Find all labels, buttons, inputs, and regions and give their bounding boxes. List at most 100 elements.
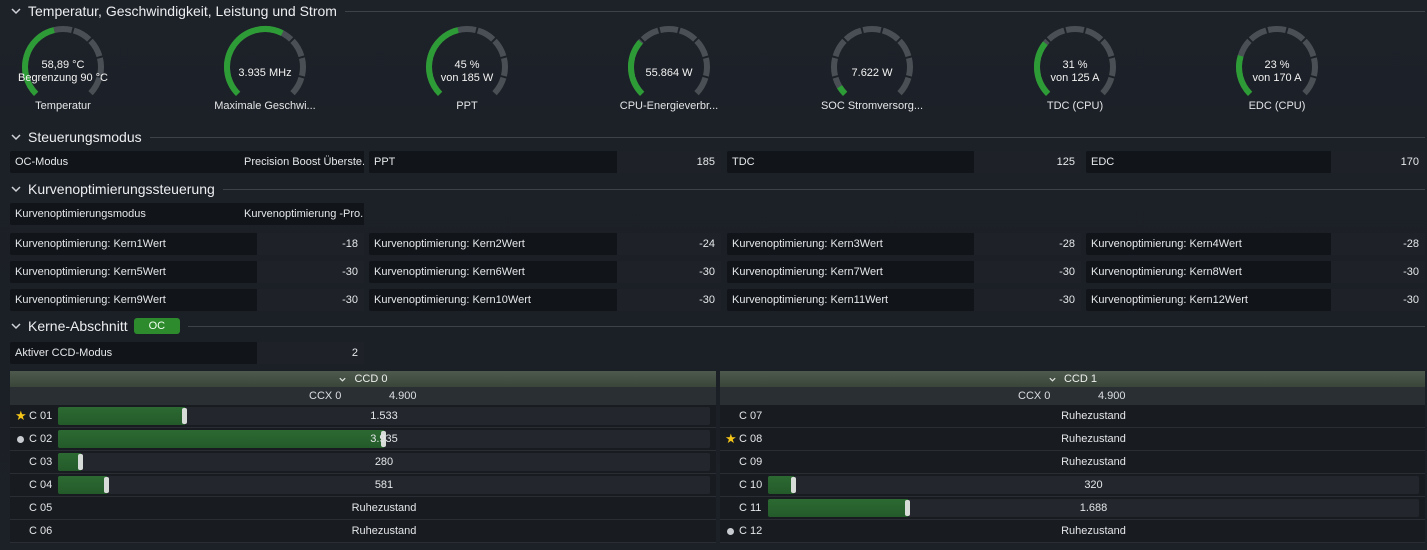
field-value[interactable]: -30 — [617, 289, 721, 311]
core-row[interactable]: C 09 Ruhezustand — [720, 451, 1425, 474]
curve-core-field[interactable]: Kurvenoptimierung: Kern9Wert -30 — [10, 289, 364, 311]
field-value[interactable]: -30 — [974, 261, 1081, 283]
gauge-track-segment — [678, 27, 698, 42]
gauge-track-segment — [290, 76, 305, 96]
curve-mode-field[interactable]: Kurvenoptimierungsmodus Kurvenoptimierun… — [10, 203, 364, 225]
curve-core-field[interactable]: Kurvenoptimierung: Kern11Wert -30 — [727, 289, 1081, 311]
gauge-value: 58,89 °C — [41, 59, 85, 71]
gauge-track-segment — [1100, 38, 1115, 58]
gauge-track-segment — [1237, 38, 1252, 58]
core-name: C 09 — [739, 456, 763, 468]
gauge-track-segment — [659, 26, 679, 33]
curve-core-field[interactable]: Kurvenoptimierung: Kern1Wert -18 — [10, 233, 364, 255]
gauge: 58,89 °C Begrenzung 90 °C Temperatur — [8, 24, 118, 124]
core-row[interactable]: ★ C 01 1.533 — [10, 405, 716, 428]
curve-core-field[interactable]: Kurvenoptimierung: Kern4Wert -28 — [1086, 233, 1425, 255]
gauge-track-segment — [640, 27, 660, 42]
field-label: Kurvenoptimierung: Kern1Wert — [15, 238, 166, 250]
gauge-value: 23 % — [1264, 59, 1290, 71]
ccx-label: CCX 0 — [309, 390, 342, 402]
curve-core-field[interactable]: Kurvenoptimierung: Kern5Wert -30 — [10, 261, 364, 283]
field-label: Kurvenoptimierung: Kern2Wert — [374, 238, 525, 250]
gauge-track-segment — [1286, 27, 1306, 42]
chevron-down-icon[interactable] — [10, 183, 22, 195]
curve-core-field[interactable]: Kurvenoptimierung: Kern8Wert -30 — [1086, 261, 1425, 283]
chevron-down-icon[interactable] — [1048, 375, 1057, 384]
curve-core-field[interactable]: Kurvenoptimierung: Kern6Wert -30 — [369, 261, 721, 283]
tdc-field[interactable]: TDC 125 — [727, 151, 1081, 173]
star-icon: ★ — [15, 408, 27, 423]
core-value: 280 — [374, 456, 394, 468]
field-value[interactable]: -28 — [1331, 233, 1425, 255]
curve-core-field[interactable]: Kurvenoptimierung: Kern7Wert -30 — [727, 261, 1081, 283]
chevron-down-icon[interactable] — [10, 5, 22, 17]
field-value[interactable]: -18 — [257, 233, 364, 255]
core-row[interactable]: C 04 581 — [10, 474, 716, 497]
field-value[interactable]: -30 — [257, 261, 364, 283]
field-value[interactable]: -28 — [974, 233, 1081, 255]
field-value[interactable]: -24 — [617, 233, 721, 255]
field-value[interactable]: -30 — [257, 289, 364, 311]
curve-core-field[interactable]: Kurvenoptimierung: Kern10Wert -30 — [369, 289, 721, 311]
gauge-limit: von 125 A — [1050, 72, 1100, 84]
chevron-down-icon[interactable] — [10, 131, 22, 143]
field-value[interactable]: Precision Boost Überste... — [240, 151, 364, 173]
core-value: 320 — [1084, 479, 1103, 491]
section-header-curve-optimizer[interactable]: Kurvenoptimierungssteuerung — [10, 180, 1427, 198]
section-header-temperature[interactable]: Temperatur, Geschwindigkeit, Leistung un… — [10, 2, 1427, 20]
field-label: Kurvenoptimierung: Kern6Wert — [374, 266, 525, 278]
field-label: Kurvenoptimierung: Kern10Wert — [374, 294, 531, 306]
section-header-control-mode[interactable]: Steuerungsmodus — [10, 128, 1427, 146]
field-value[interactable]: -30 — [974, 289, 1081, 311]
chevron-down-icon[interactable] — [338, 375, 347, 384]
core-name: C 06 — [29, 525, 53, 537]
field-label: Kurvenoptimierung: Kern8Wert — [1091, 266, 1242, 278]
section-title: Temperatur, Geschwindigkeit, Leistung un… — [28, 3, 337, 19]
field-label: PPT — [374, 156, 396, 168]
curve-core-field[interactable]: Kurvenoptimierung: Kern3Wert -28 — [727, 233, 1081, 255]
ccd-header[interactable]: CCD 0 — [10, 371, 716, 387]
field-label: Kurvenoptimierung: Kern3Wert — [732, 238, 883, 250]
dot-icon — [725, 525, 737, 537]
ccd-panel: CCD 0 CCX 0 4.900 ★ C 01 1.533 C 02 3.935 C 03 28… — [10, 371, 716, 546]
gauge-track-segment — [457, 26, 477, 33]
gauge-track-segment — [1046, 27, 1066, 42]
gauge-track-segment — [897, 76, 912, 96]
ccd-mode-field[interactable]: Aktiver CCD-Modus 2 — [10, 342, 364, 364]
field-value[interactable]: -30 — [617, 261, 721, 283]
field-value[interactable]: 2 — [257, 342, 364, 364]
gauge: 3.935 MHz Maximale Geschwi... — [210, 24, 320, 124]
core-row[interactable]: C 10 320 — [720, 474, 1425, 497]
oc-mode-field[interactable]: OC-Modus Precision Boost Überste... — [10, 151, 364, 173]
field-value[interactable]: 125 — [974, 151, 1081, 173]
gauge-fill — [837, 85, 848, 96]
curve-core-field[interactable]: Kurvenoptimierung: Kern2Wert -24 — [369, 233, 721, 255]
core-row[interactable]: ★ C 08 Ruhezustand — [720, 428, 1425, 451]
section-header-cores[interactable]: Kerne-Abschnitt OC — [10, 317, 1427, 335]
ccx-row: CCX 0 4.900 — [10, 387, 716, 405]
field-value[interactable]: -30 — [1331, 289, 1425, 311]
chevron-down-icon[interactable] — [10, 320, 22, 332]
core-row[interactable]: C 05 Ruhezustand — [10, 497, 716, 520]
core-value: Ruhezustand — [1061, 525, 1126, 537]
gauge-label: SOC Stromversorg... — [820, 100, 924, 112]
core-row[interactable]: C 12 Ruhezustand — [720, 520, 1425, 543]
core-row[interactable]: C 11 1.688 — [720, 497, 1425, 520]
edc-field[interactable]: EDC 170 — [1086, 151, 1425, 173]
ccd-header[interactable]: CCD 1 — [720, 371, 1425, 387]
core-row[interactable]: C 06 Ruhezustand — [10, 520, 716, 543]
field-value[interactable]: -30 — [1331, 261, 1425, 283]
core-row[interactable]: C 02 3.935 — [10, 428, 716, 451]
ppt-field[interactable]: PPT 185 — [369, 151, 721, 173]
field-value[interactable]: 185 — [617, 151, 721, 173]
core-name: C 03 — [29, 456, 53, 468]
core-row[interactable]: C 03 280 — [10, 451, 716, 474]
curve-core-field[interactable]: Kurvenoptimierung: Kern12Wert -30 — [1086, 289, 1425, 311]
field-value[interactable]: Kurvenoptimierung -Pro... — [240, 203, 364, 225]
field-value[interactable]: 170 — [1331, 151, 1425, 173]
ccd-panel: CCD 1 CCX 0 4.900 C 07 Ruhezustand ★ C 08 Ruhez… — [720, 371, 1425, 546]
gauge-track-segment — [72, 27, 92, 42]
gauge: 31 % von 125 A TDC (CPU) — [1020, 24, 1130, 124]
gauge-track-segment — [1065, 26, 1085, 33]
core-row[interactable]: C 07 Ruhezustand — [720, 405, 1425, 428]
